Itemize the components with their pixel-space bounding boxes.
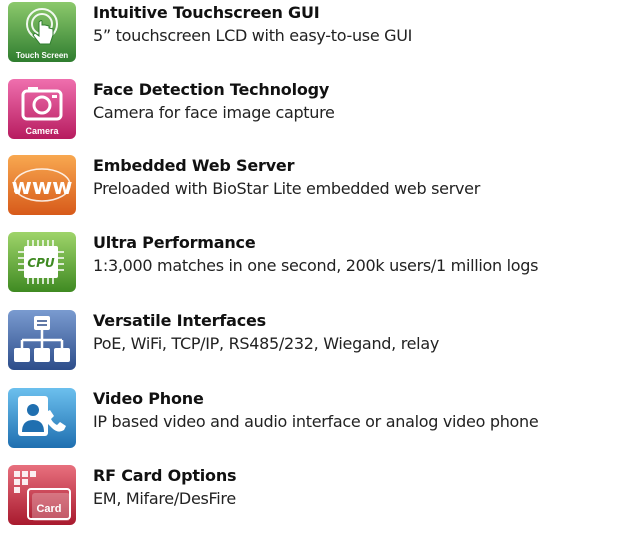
feature-title: Face Detection Technology bbox=[93, 80, 330, 99]
icon-label: CPU bbox=[27, 256, 55, 270]
feature-title: Embedded Web Server bbox=[93, 156, 295, 175]
cpu-icon: CPU bbox=[8, 232, 76, 292]
icon-label: www bbox=[12, 175, 73, 200]
icon-label: Touch Screen bbox=[16, 51, 68, 60]
www-icon: www bbox=[8, 155, 76, 215]
feature-web-server: www Embedded Web Server Preloaded with B… bbox=[8, 155, 636, 215]
network-icon bbox=[8, 310, 76, 370]
feature-touchscreen: Touch Screen Intuitive Touchscreen GUI 5… bbox=[8, 2, 636, 62]
feature-description: PoE, WiFi, TCP/IP, RS485/232, Wiegand, r… bbox=[93, 334, 439, 353]
video-phone-icon bbox=[8, 388, 76, 448]
card-icon: Card bbox=[8, 465, 76, 525]
touch-screen-icon: Touch Screen bbox=[8, 2, 76, 62]
feature-title: Versatile Interfaces bbox=[93, 311, 266, 330]
feature-description: IP based video and audio interface or an… bbox=[93, 412, 539, 431]
feature-interfaces: Versatile Interfaces PoE, WiFi, TCP/IP, … bbox=[8, 310, 636, 370]
feature-description: Camera for face image capture bbox=[93, 103, 335, 122]
feature-performance: CPU Ultra Performance 1:3,000 matches in… bbox=[8, 232, 636, 292]
feature-rf-card: Card RF Card Options EM, Mifare/DesFire bbox=[8, 465, 636, 525]
icon-label: Card bbox=[36, 503, 61, 515]
feature-description: Preloaded with BioStar Lite embedded web… bbox=[93, 179, 480, 198]
feature-title: Intuitive Touchscreen GUI bbox=[93, 3, 320, 22]
feature-title: Video Phone bbox=[93, 389, 204, 408]
feature-description: 1:3,000 matches in one second, 200k user… bbox=[93, 256, 539, 275]
feature-title: RF Card Options bbox=[93, 466, 237, 485]
feature-title: Ultra Performance bbox=[93, 233, 256, 252]
icon-label: Camera bbox=[25, 126, 59, 136]
feature-face-detection: Camera Face Detection Technology Camera … bbox=[8, 79, 636, 139]
camera-icon: Camera bbox=[8, 79, 76, 139]
feature-description: EM, Mifare/DesFire bbox=[93, 489, 236, 508]
feature-video-phone: Video Phone IP based video and audio int… bbox=[8, 388, 636, 448]
feature-description: 5” touchscreen LCD with easy-to-use GUI bbox=[93, 26, 413, 45]
